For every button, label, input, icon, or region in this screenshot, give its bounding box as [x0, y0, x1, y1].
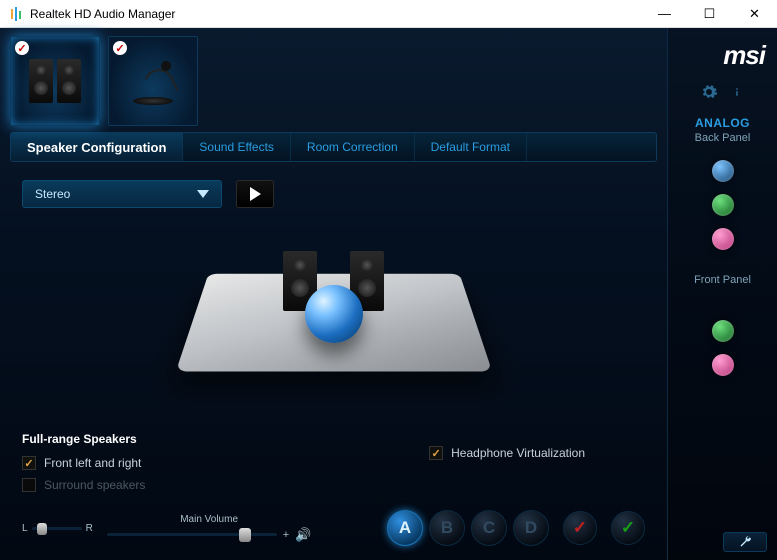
play-icon: [250, 187, 261, 201]
info-icon[interactable]: [728, 83, 746, 106]
apply-button[interactable]: ✓: [563, 511, 597, 545]
minimize-button[interactable]: —: [642, 0, 687, 27]
jack-line-out[interactable]: [712, 194, 734, 216]
window-title: Realtek HD Audio Manager: [30, 7, 642, 21]
window-titlebar: Realtek HD Audio Manager — ☐ ✕: [0, 0, 777, 28]
main-volume-label: Main Volume: [180, 514, 238, 525]
front-panel-label: Front Panel: [694, 274, 751, 286]
slider-thumb-icon[interactable]: [239, 528, 251, 542]
cancel-button[interactable]: ✓: [611, 511, 645, 545]
balance-slider[interactable]: L R: [22, 523, 93, 534]
speaker-mode-value: Stereo: [35, 187, 70, 201]
front-left-right-checkbox[interactable]: Front left and right: [22, 456, 145, 470]
speakers-icon: [29, 59, 81, 103]
brand-logo: msi: [723, 40, 765, 71]
back-panel-label: Back Panel: [695, 132, 751, 144]
checkbox-icon: [22, 456, 36, 470]
device-microphone[interactable]: ✓: [108, 36, 198, 126]
jack-front-mic[interactable]: [712, 354, 734, 376]
close-button[interactable]: ✕: [732, 0, 777, 27]
checkbox-icon: [429, 446, 443, 460]
checkbox-icon: [22, 478, 36, 492]
preset-d-button[interactable]: D: [513, 510, 549, 546]
connector-settings-button[interactable]: [723, 532, 767, 552]
speaker-icon[interactable]: 🔊: [295, 527, 311, 543]
tab-sound-effects[interactable]: Sound Effects: [183, 133, 291, 161]
preset-a-button[interactable]: A: [387, 510, 423, 546]
chevron-down-icon: [197, 190, 209, 198]
tab-speaker-configuration[interactable]: Speaker Configuration: [11, 133, 183, 161]
listener-position-icon: [305, 285, 363, 343]
main-volume-slider[interactable]: [107, 533, 277, 536]
maximize-button[interactable]: ☐: [687, 0, 732, 27]
checkmark-icon: ✓: [15, 41, 29, 55]
surround-speakers-checkbox: Surround speakers: [22, 478, 145, 492]
jack-front-headphone[interactable]: [712, 320, 734, 342]
surround-speakers-label: Surround speakers: [44, 478, 145, 492]
analog-label: ANALOG: [695, 116, 750, 130]
speaker-stage: [22, 208, 645, 426]
speaker-mode-select[interactable]: Stereo: [22, 180, 222, 208]
balance-left-label: L: [22, 523, 28, 534]
preset-b-button[interactable]: B: [429, 510, 465, 546]
volume-plus-icon: +: [283, 529, 289, 541]
tab-default-format[interactable]: Default Format: [415, 133, 527, 161]
preset-c-button[interactable]: C: [471, 510, 507, 546]
balance-right-label: R: [86, 523, 93, 534]
preset-buttons: A B C D: [387, 510, 549, 546]
test-play-button[interactable]: [236, 180, 274, 208]
full-range-title: Full-range Speakers: [22, 432, 145, 446]
tab-bar: Speaker Configuration Sound Effects Room…: [10, 132, 657, 162]
jack-mic-in[interactable]: [712, 228, 734, 250]
jack-line-in[interactable]: [712, 160, 734, 182]
gear-icon[interactable]: [700, 83, 718, 106]
slider-thumb-icon[interactable]: [37, 523, 47, 535]
front-left-right-label: Front left and right: [44, 456, 141, 470]
headphone-virtualization-checkbox[interactable]: Headphone Virtualization: [429, 446, 585, 460]
app-icon: [8, 6, 24, 22]
headphone-virtualization-label: Headphone Virtualization: [451, 446, 585, 460]
microphone-icon: [123, 51, 183, 111]
device-speakers[interactable]: ✓: [10, 36, 100, 126]
tab-room-correction[interactable]: Room Correction: [291, 133, 415, 161]
